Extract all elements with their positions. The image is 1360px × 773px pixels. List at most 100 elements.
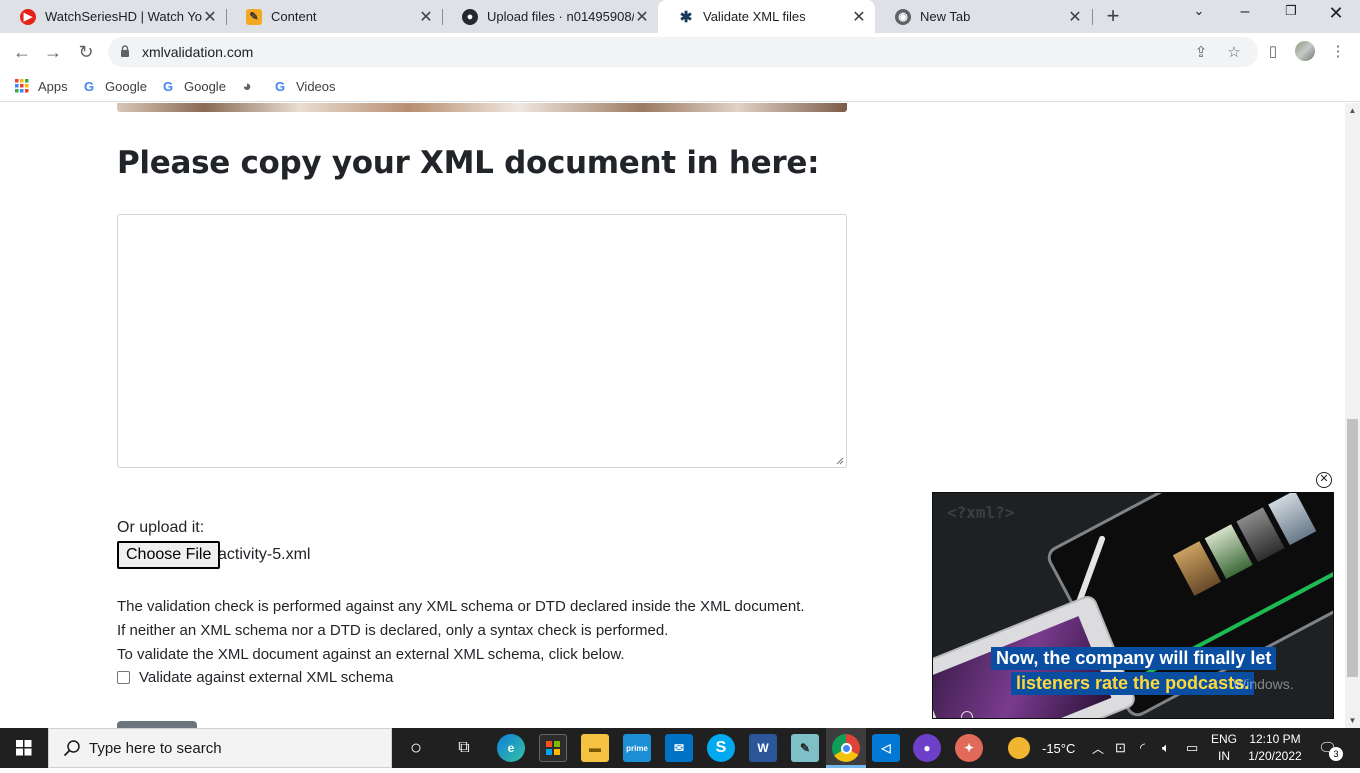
scroll-down-arrow-icon[interactable]: ▼ [1345, 713, 1360, 728]
video-close-icon[interactable]: ✕ [1316, 472, 1332, 488]
tab-upload-files[interactable]: ● Upload files · n01495908/xml ✕ [442, 0, 658, 33]
show-hidden-icons-chevron[interactable]: ︿ [1092, 728, 1104, 768]
lock-icon[interactable] [120, 45, 130, 57]
side-panel-icon[interactable]: ▯ [1262, 41, 1284, 63]
upload-label: Or upload it: [117, 519, 205, 536]
bookmarks-bar: Apps G Google G Google ◕ G Videos [0, 71, 1360, 102]
profile-avatar[interactable] [1294, 41, 1316, 63]
validate-button[interactable] [117, 721, 197, 728]
clock-date[interactable]: 1/20/2022 [1244, 749, 1306, 763]
github-desktop-icon[interactable]: ● [913, 734, 941, 762]
menu-kebab-icon[interactable]: ⋮ [1327, 41, 1349, 63]
choose-file-button[interactable]: Choose File [117, 541, 221, 569]
close-icon[interactable]: ✕ [634, 7, 650, 27]
cortana-icon[interactable]: ○ [402, 734, 430, 762]
windows-watermark: Windows. [1233, 676, 1294, 692]
external-schema-checkbox[interactable] [117, 671, 130, 684]
scrollbar-thumb[interactable] [1347, 419, 1358, 677]
app-icon[interactable]: ✦ [955, 734, 983, 762]
bookmark-google-1[interactable]: G Google [81, 76, 147, 96]
video-ad-player[interactable]: <?xml?> Now, the company will finally le… [932, 492, 1334, 719]
vscode-icon[interactable]: ◁ [872, 734, 900, 762]
skype-icon[interactable]: S [707, 734, 735, 762]
close-icon[interactable]: ✕ [851, 7, 867, 27]
battery-icon[interactable]: ▭ [1186, 728, 1198, 768]
search-icon [63, 740, 80, 757]
bookmark-label: Google [105, 78, 147, 94]
weather-icon[interactable] [1008, 737, 1030, 759]
wifi-icon[interactable]: ◜ [1140, 728, 1145, 768]
url-text[interactable]: xmlvalidation.com [142, 44, 253, 60]
video-caption-line2: listeners rate the podcasts. [1011, 672, 1255, 695]
tab-content[interactable]: ✎ Content ✕ [226, 0, 442, 33]
header-banner-image [117, 103, 847, 112]
restore-button[interactable]: ❐ [1271, 3, 1311, 29]
weather-temp[interactable]: -15°C [1042, 728, 1075, 768]
edge-icon[interactable]: e [497, 734, 525, 762]
windows-start-icon[interactable] [0, 728, 48, 768]
mail-icon[interactable]: ✉ [665, 734, 693, 762]
apps-grid-icon [14, 78, 30, 94]
page-scrollbar[interactable]: ▲ ▼ [1345, 103, 1360, 728]
task-view-icon[interactable]: ⧉ [450, 734, 478, 762]
taskbar-search-box[interactable]: Type here to search [48, 728, 392, 768]
xml-validation-icon: ✱ [679, 8, 693, 26]
file-explorer-icon[interactable]: ▬ [581, 734, 609, 762]
notepad-icon[interactable]: ✎ [791, 734, 819, 762]
selected-file-name: activity-5.xml [218, 546, 311, 563]
video-corner-icon[interactable] [961, 711, 973, 718]
close-window-button[interactable]: ✕ [1316, 3, 1356, 29]
address-bar[interactable]: xmlvalidation.com ⇪ ☆ [108, 37, 1258, 67]
close-icon[interactable]: ✕ [418, 7, 434, 27]
resize-grip-icon[interactable] [836, 457, 844, 465]
bookmark-label: Videos [296, 78, 336, 94]
bookmark-star-icon[interactable]: ☆ [1223, 42, 1245, 64]
store-icon[interactable] [539, 734, 567, 762]
bookmark-google-2[interactable]: G Google [160, 76, 226, 96]
bookmark-videos[interactable]: G Videos [272, 76, 336, 96]
back-arrow-icon[interactable]: ← [9, 39, 35, 65]
notification-count-badge: 3 [1329, 747, 1343, 761]
github-icon: ● [462, 8, 478, 25]
bookmark-label: Apps [38, 78, 68, 94]
reload-icon[interactable]: ↻ [73, 39, 99, 65]
bookmark-apps[interactable]: Apps [14, 76, 68, 96]
youtube-icon: ▶ [20, 8, 36, 25]
info-text-schema: The validation check is performed agains… [117, 598, 805, 615]
close-icon[interactable]: ✕ [202, 7, 218, 27]
word-icon[interactable]: W [749, 734, 777, 762]
notification-center-icon[interactable]: 🗨︎ 3 [1318, 728, 1343, 768]
chrome-taskbar-icon[interactable] [832, 734, 860, 762]
input-language[interactable]: ENG [1206, 732, 1242, 746]
pencil-icon: ✎ [246, 8, 262, 25]
tab-title: Validate XML files [703, 9, 806, 24]
page-heading: Please copy your XML document in here: [117, 145, 820, 181]
minimize-button[interactable]: – [1225, 3, 1265, 29]
tab-watchserieshd[interactable]: ▶ WatchSeriesHD | Watch You ✕ [0, 0, 226, 33]
clock-time[interactable]: 12:10 PM [1244, 732, 1306, 746]
tab-validate-xml[interactable]: ✱ Validate XML files ✕ [658, 0, 875, 33]
tab-new-tab[interactable]: ◉ New Tab ✕ [875, 0, 1091, 33]
bookmark-label: Google [184, 78, 226, 94]
bookmark-globe[interactable]: ◕ [239, 76, 263, 96]
video-caption-line1: Now, the company will finally let [991, 647, 1277, 670]
search-placeholder[interactable]: Type here to search [89, 740, 222, 757]
google-icon: G [83, 78, 95, 94]
volume-icon[interactable]: 🔈︎ [1162, 728, 1170, 768]
close-icon[interactable]: ✕ [1067, 7, 1083, 27]
meet-now-icon[interactable]: ⊡ [1115, 728, 1126, 768]
external-schema-label[interactable]: Validate against external XML schema [139, 669, 393, 686]
scroll-up-arrow-icon[interactable]: ▲ [1345, 103, 1360, 118]
tab-separator [1092, 9, 1093, 25]
xml-input-textarea[interactable] [117, 214, 847, 468]
tab-title: New Tab [920, 9, 971, 24]
input-region[interactable]: IN [1206, 749, 1242, 763]
browser-toolbar: ← → ↻ xmlvalidation.com ⇪ ☆ ▯ ⋮ [0, 33, 1360, 71]
share-icon[interactable]: ⇪ [1190, 42, 1212, 64]
tab-search-chevron-icon[interactable]: ⌄ [1179, 3, 1219, 29]
google-icon: G [274, 78, 286, 94]
forward-arrow-icon[interactable]: → [40, 39, 66, 65]
prime-video-icon[interactable]: prime [623, 734, 651, 762]
video-code-overlay: <?xml?> [947, 503, 1015, 522]
new-tab-button[interactable]: + [1102, 5, 1124, 27]
